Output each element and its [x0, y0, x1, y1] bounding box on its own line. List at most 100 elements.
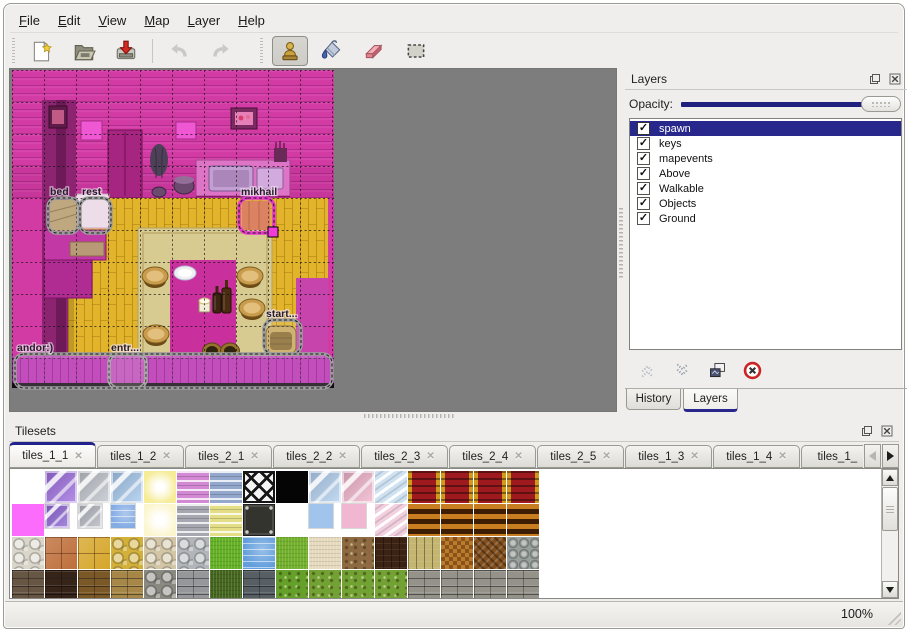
- layer-row-keys[interactable]: ✓keys: [630, 136, 901, 151]
- toolbar-handle[interactable]: [11, 38, 18, 64]
- tab-history[interactable]: History: [626, 389, 681, 410]
- new-file-button[interactable]: [24, 36, 60, 66]
- tile-crystal-purple[interactable]: [45, 471, 77, 503]
- tile-empty-2[interactable]: [276, 504, 308, 536]
- layer-row-Above[interactable]: ✓Above: [630, 166, 901, 181]
- tile-weave-orange[interactable]: [441, 537, 473, 569]
- tile-crystal-blue[interactable]: [111, 471, 143, 503]
- tile-solid-pink-small[interactable]: [342, 504, 366, 528]
- tile-stripes-pink[interactable]: [177, 471, 209, 503]
- tileset-tab-tiles_2_1[interactable]: tiles_2_1✕: [185, 445, 272, 468]
- tile-stripes-blue[interactable]: [210, 471, 242, 503]
- tile-brick-darkbrown[interactable]: [45, 570, 77, 599]
- layer-checkbox[interactable]: ✓: [637, 137, 650, 150]
- tile-logs-gray[interactable]: [507, 537, 539, 569]
- layer-checkbox[interactable]: ✓: [637, 167, 650, 180]
- tile-brick-umber[interactable]: [12, 570, 44, 599]
- tile-grass-path-2[interactable]: [309, 570, 341, 599]
- move-layer-up-button[interactable]: [634, 357, 660, 383]
- tile-planks-gray-2[interactable]: [441, 570, 473, 599]
- toolbar-handle-2[interactable]: [259, 38, 266, 64]
- tile-planks-gray-3[interactable]: [474, 570, 506, 599]
- tile-glow-yellow[interactable]: [144, 471, 176, 503]
- tab-close-icon[interactable]: ✕: [426, 451, 434, 462]
- opacity-slider[interactable]: [681, 96, 901, 112]
- tile-planks-gray-4[interactable]: [507, 570, 539, 599]
- tile-lattice-white[interactable]: [243, 471, 275, 503]
- tile-stone-blocks[interactable]: [12, 537, 44, 569]
- tile-empty[interactable]: [12, 471, 44, 503]
- tile-tiles-gold[interactable]: [78, 537, 110, 569]
- tab-layers[interactable]: Layers: [683, 389, 738, 412]
- redo-button[interactable]: [203, 36, 239, 66]
- tile-grass-path-3[interactable]: [342, 570, 374, 599]
- layer-checkbox[interactable]: ✓: [637, 122, 650, 135]
- tilesets-close-icon[interactable]: [879, 423, 895, 438]
- tile-grass-green-2[interactable]: [276, 537, 308, 569]
- tab-close-icon[interactable]: ✕: [690, 451, 698, 462]
- bucket-fill-button[interactable]: [314, 36, 350, 66]
- tile-carpet-orange-4[interactable]: [507, 504, 539, 536]
- tileset-tab-tiles_1_4[interactable]: tiles_1_4✕: [713, 445, 800, 468]
- duplicate-layer-button[interactable]: [704, 357, 730, 383]
- tile-pebbles-beige[interactable]: [144, 537, 176, 569]
- vertical-splitter[interactable]: [617, 68, 625, 412]
- map-view[interactable]: bedrestmikhailstart...entr...andor:): [9, 68, 617, 412]
- tile-crystal-silver-small[interactable]: [78, 504, 102, 528]
- layer-checkbox[interactable]: ✓: [637, 182, 650, 195]
- tileset-tab-tiles_1_2[interactable]: tiles_1_2✕: [97, 445, 184, 468]
- tab-close-icon[interactable]: ✕: [74, 451, 82, 462]
- move-layer-down-button[interactable]: [669, 357, 695, 383]
- delete-layer-button[interactable]: [739, 357, 765, 383]
- tile-dirt-brown[interactable]: [342, 537, 374, 569]
- tile-carpet-red-4[interactable]: [507, 471, 539, 503]
- tileset-view[interactable]: [9, 468, 899, 599]
- map-canvas[interactable]: bedrestmikhailstart...entr...andor:): [10, 69, 616, 411]
- tile-carpet-red-2[interactable]: [441, 471, 473, 503]
- tile-carpet-red-3[interactable]: [474, 471, 506, 503]
- tile-crystal-silver[interactable]: [78, 471, 110, 503]
- menu-file[interactable]: File: [10, 10, 49, 31]
- tile-solid-magenta[interactable]: [12, 504, 44, 536]
- tile-crystal-purple-small[interactable]: [45, 504, 69, 528]
- tile-grass-path-flowers[interactable]: [276, 570, 308, 599]
- layer-row-Objects[interactable]: ✓Objects: [630, 196, 901, 211]
- tile-flagstones-yellow[interactable]: [111, 537, 143, 569]
- stamp-brush-button[interactable]: [272, 36, 308, 66]
- tileset-tab-tiles_1_1[interactable]: tiles_1_1✕: [9, 442, 96, 468]
- tile-stone-wall-gray[interactable]: [144, 570, 176, 599]
- tile-grass-path-4[interactable]: [375, 570, 407, 599]
- layer-row-mapevents[interactable]: ✓mapevents: [630, 151, 901, 166]
- horizontal-splitter[interactable]: [8, 412, 900, 420]
- tile-wood-dark[interactable]: [375, 537, 407, 569]
- tile-carpet-orange-3[interactable]: [474, 504, 506, 536]
- tile-brick-tan[interactable]: [111, 570, 143, 599]
- tile-solid-blue-small[interactable]: [309, 504, 333, 528]
- opacity-slider-handle[interactable]: [861, 96, 901, 112]
- tab-scroll-right-button[interactable]: [882, 444, 899, 468]
- tilesets-float-icon[interactable]: [859, 423, 875, 438]
- tile-hedge-green[interactable]: [210, 570, 242, 599]
- menu-help[interactable]: Help: [229, 10, 274, 31]
- tile-water-blue-small[interactable]: [111, 504, 135, 528]
- tileset-tab-tiles_2_3[interactable]: tiles_2_3✕: [361, 445, 448, 468]
- map-object-start[interactable]: start...: [264, 308, 301, 354]
- tile-crystal-pink[interactable]: [342, 471, 374, 503]
- menu-view[interactable]: View: [89, 10, 135, 31]
- tab-close-icon[interactable]: ✕: [514, 451, 522, 462]
- open-file-button[interactable]: [66, 36, 102, 66]
- tile-planks-gray-1[interactable]: [408, 570, 440, 599]
- tile-sand-beige[interactable]: [309, 537, 341, 569]
- layer-checkbox[interactable]: ✓: [637, 197, 650, 210]
- resize-grip[interactable]: [886, 610, 901, 625]
- tile-ribbon-pink[interactable]: [375, 504, 407, 536]
- layer-checkbox[interactable]: ✓: [637, 152, 650, 165]
- tab-close-icon[interactable]: ✕: [778, 451, 786, 462]
- close-icon[interactable]: [887, 71, 903, 86]
- tileset-scrollbar[interactable]: [881, 469, 898, 598]
- undo-button[interactable]: [161, 36, 197, 66]
- tab-close-icon[interactable]: ✕: [162, 451, 170, 462]
- tab-close-icon[interactable]: ✕: [250, 451, 258, 462]
- map-tilemap[interactable]: bedrestmikhailstart...entr...andor:): [12, 70, 334, 388]
- tab-scroll-left-button[interactable]: [864, 444, 881, 468]
